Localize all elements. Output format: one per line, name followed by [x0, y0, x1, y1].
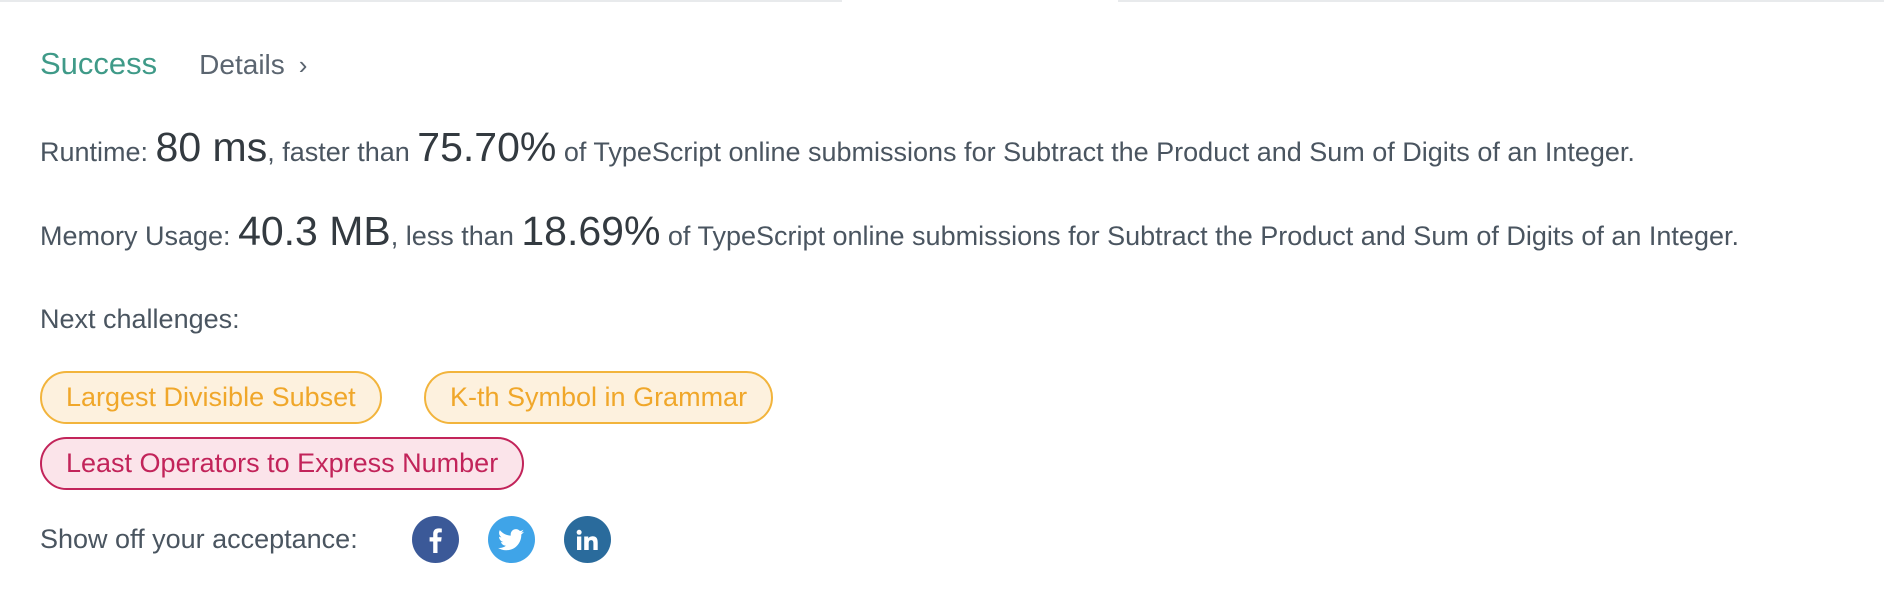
share-row: Show off your acceptance:	[40, 516, 611, 563]
divider-segment-right	[1118, 0, 1884, 2]
facebook-share-button[interactable]	[411, 516, 459, 563]
twitter-icon	[498, 528, 525, 550]
challenge-link-kth-symbol-in-grammar[interactable]: K-th Symbol in Grammar	[424, 371, 774, 424]
challenge-link-least-operators[interactable]: Least Operators to Express Number	[40, 437, 525, 490]
linkedin-share-button[interactable]	[563, 516, 611, 563]
twitter-share-button[interactable]	[487, 516, 535, 563]
runtime-suffix: of TypeScript online submissions for Sub…	[556, 137, 1635, 167]
linkedin-icon	[576, 529, 598, 550]
memory-percent: 18.69%	[521, 208, 661, 254]
challenge-link-largest-divisible-subset[interactable]: Largest Divisible Subset	[40, 371, 382, 424]
memory-label: Memory Usage:	[40, 221, 239, 251]
runtime-percent: 75.70%	[417, 124, 557, 170]
memory-stat: Memory Usage: 40.3 MB, less than 18.69% …	[40, 208, 1739, 255]
share-label: Show off your acceptance:	[40, 524, 358, 554]
result-header: Success Details ›	[40, 46, 307, 82]
top-divider	[0, 0, 1884, 2]
memory-comparison: , less than	[390, 221, 522, 251]
details-label: Details	[199, 49, 285, 80]
memory-suffix: of TypeScript online submissions for Sub…	[660, 221, 1739, 251]
next-challenges-label: Next challenges:	[40, 304, 240, 334]
chevron-right-icon: ›	[298, 50, 308, 80]
runtime-stat: Runtime: 80 ms, faster than 75.70% of Ty…	[40, 124, 1635, 171]
runtime-label: Runtime:	[40, 137, 156, 167]
details-link[interactable]: Details ›	[199, 49, 307, 81]
divider-segment-left	[0, 0, 842, 2]
runtime-value: 80 ms	[155, 124, 268, 170]
runtime-comparison: , faster than	[267, 137, 418, 167]
facebook-icon	[429, 527, 443, 553]
memory-value: 40.3 MB	[238, 208, 391, 254]
status-text: Success	[40, 46, 158, 81]
